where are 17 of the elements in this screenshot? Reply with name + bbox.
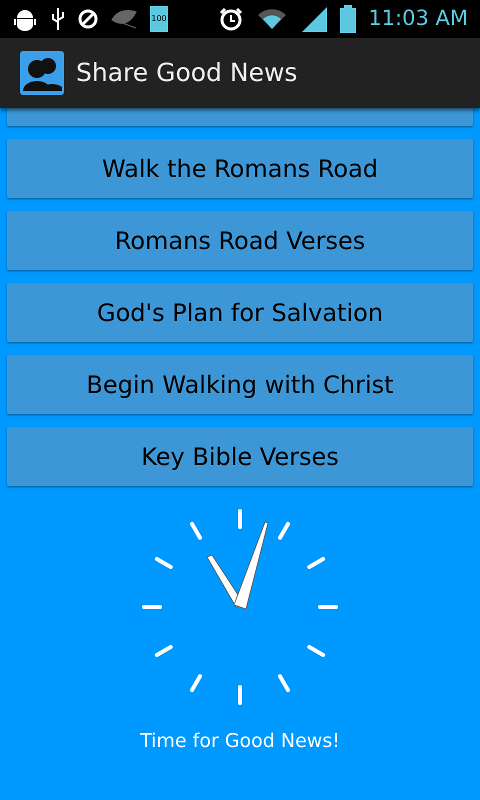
menu-button[interactable]: Romans Road Verses [7, 211, 473, 270]
signal-icon [300, 5, 328, 33]
clock-time: 11:03 AM [368, 5, 468, 32]
usb-icon [50, 6, 66, 32]
blocked-icon [78, 9, 98, 29]
menu-button[interactable]: God's Plan for Salvation [7, 283, 473, 342]
caption-text: Time for Good News! [140, 729, 340, 754]
people-icon[interactable] [20, 51, 64, 95]
menu-button[interactable]: Walk the Romans Road [7, 139, 473, 198]
wifi-icon [256, 7, 288, 31]
leaf-icon [110, 8, 138, 30]
battery-icon [340, 5, 356, 33]
alarm-clock-icon [218, 6, 244, 32]
battery-text: 100 [151, 15, 167, 23]
app-title: Share Good News [76, 57, 298, 90]
menu-button[interactable]: Key Bible Verses [7, 427, 473, 486]
menu-button[interactable]: Begin Walking with Christ [7, 355, 473, 414]
